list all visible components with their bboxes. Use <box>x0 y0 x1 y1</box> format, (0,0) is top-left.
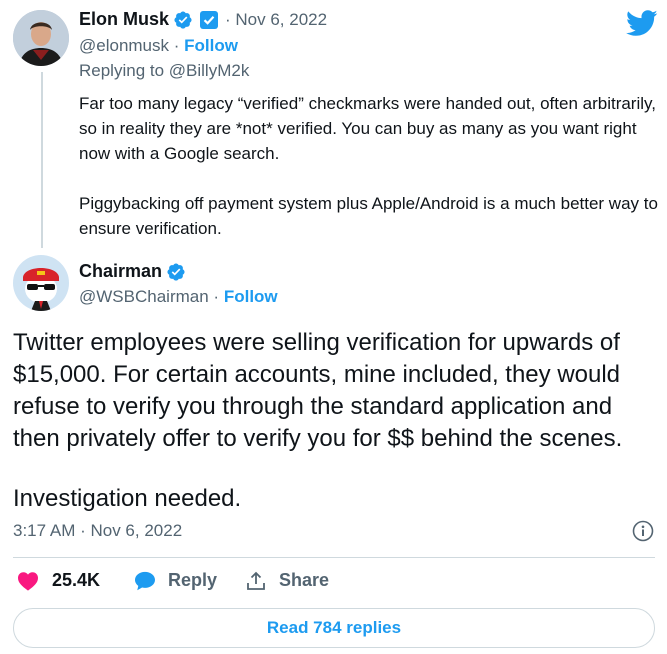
reply-bubble-icon <box>135 571 155 590</box>
main-tweet-header: Chairman <box>79 261 186 282</box>
reply-tweet-handle-row: @elonmusk · Follow <box>79 36 238 56</box>
read-replies-label: Read 784 replies <box>266 618 402 637</box>
heart-icon <box>18 571 38 591</box>
tweet-date[interactable]: · Nov 6, 2022 <box>225 10 327 30</box>
author-handle[interactable]: @WSBChairman <box>79 287 209 306</box>
government-badge-icon <box>200 10 219 29</box>
twitter-bird-icon[interactable] <box>626 10 658 37</box>
reply-button[interactable]: Reply <box>134 570 217 591</box>
tweet-paragraph: Piggybacking off payment system plus App… <box>79 194 658 238</box>
verified-badge-icon <box>167 262 185 281</box>
handle-separator: · <box>213 287 220 306</box>
replying-to[interactable]: Replying to @BillyM2k <box>79 61 249 81</box>
main-tweet-handle-row: @WSBChairman · Follow <box>79 287 278 307</box>
reply-label: Reply <box>168 570 218 590</box>
handle-separator: · <box>173 36 180 55</box>
avatar-elonmusk[interactable] <box>13 10 69 66</box>
main-tweet-text: Twitter employees were selling verificat… <box>13 327 661 515</box>
info-icon[interactable] <box>632 520 654 542</box>
share-label: Share <box>279 570 330 590</box>
share-icon <box>247 571 265 590</box>
reply-tweet-header: Elon Musk · Nov 6, 2022 <box>79 9 327 30</box>
like-button[interactable]: 25.4K <box>17 570 100 591</box>
reply-tweet-text: Far too many legacy “verified” checkmark… <box>79 91 659 241</box>
tweet-paragraph: Investigation needed. <box>13 485 242 512</box>
share-button[interactable]: Share <box>246 570 329 591</box>
read-replies-button[interactable]: Read 784 replies <box>13 608 655 648</box>
author-handle[interactable]: @elonmusk <box>79 36 169 55</box>
elon-avatar-image <box>13 10 69 66</box>
like-count: 25.4K <box>52 570 101 590</box>
tweet-timestamp[interactable]: 3:17 AM · Nov 6, 2022 <box>13 521 182 541</box>
divider <box>13 557 655 558</box>
author-name[interactable]: Chairman <box>79 261 162 282</box>
thread-connector-line <box>41 72 43 248</box>
follow-button[interactable]: Follow <box>224 287 278 306</box>
tweet-paragraph: Twitter employees were selling verificat… <box>13 329 623 452</box>
chairman-avatar-image <box>13 255 69 311</box>
follow-button[interactable]: Follow <box>184 36 238 55</box>
avatar-wsbchairman[interactable] <box>13 255 69 311</box>
author-name[interactable]: Elon Musk <box>79 9 169 30</box>
tweet-paragraph: Far too many legacy “verified” checkmark… <box>79 94 656 163</box>
verified-badge-icon <box>174 10 192 29</box>
